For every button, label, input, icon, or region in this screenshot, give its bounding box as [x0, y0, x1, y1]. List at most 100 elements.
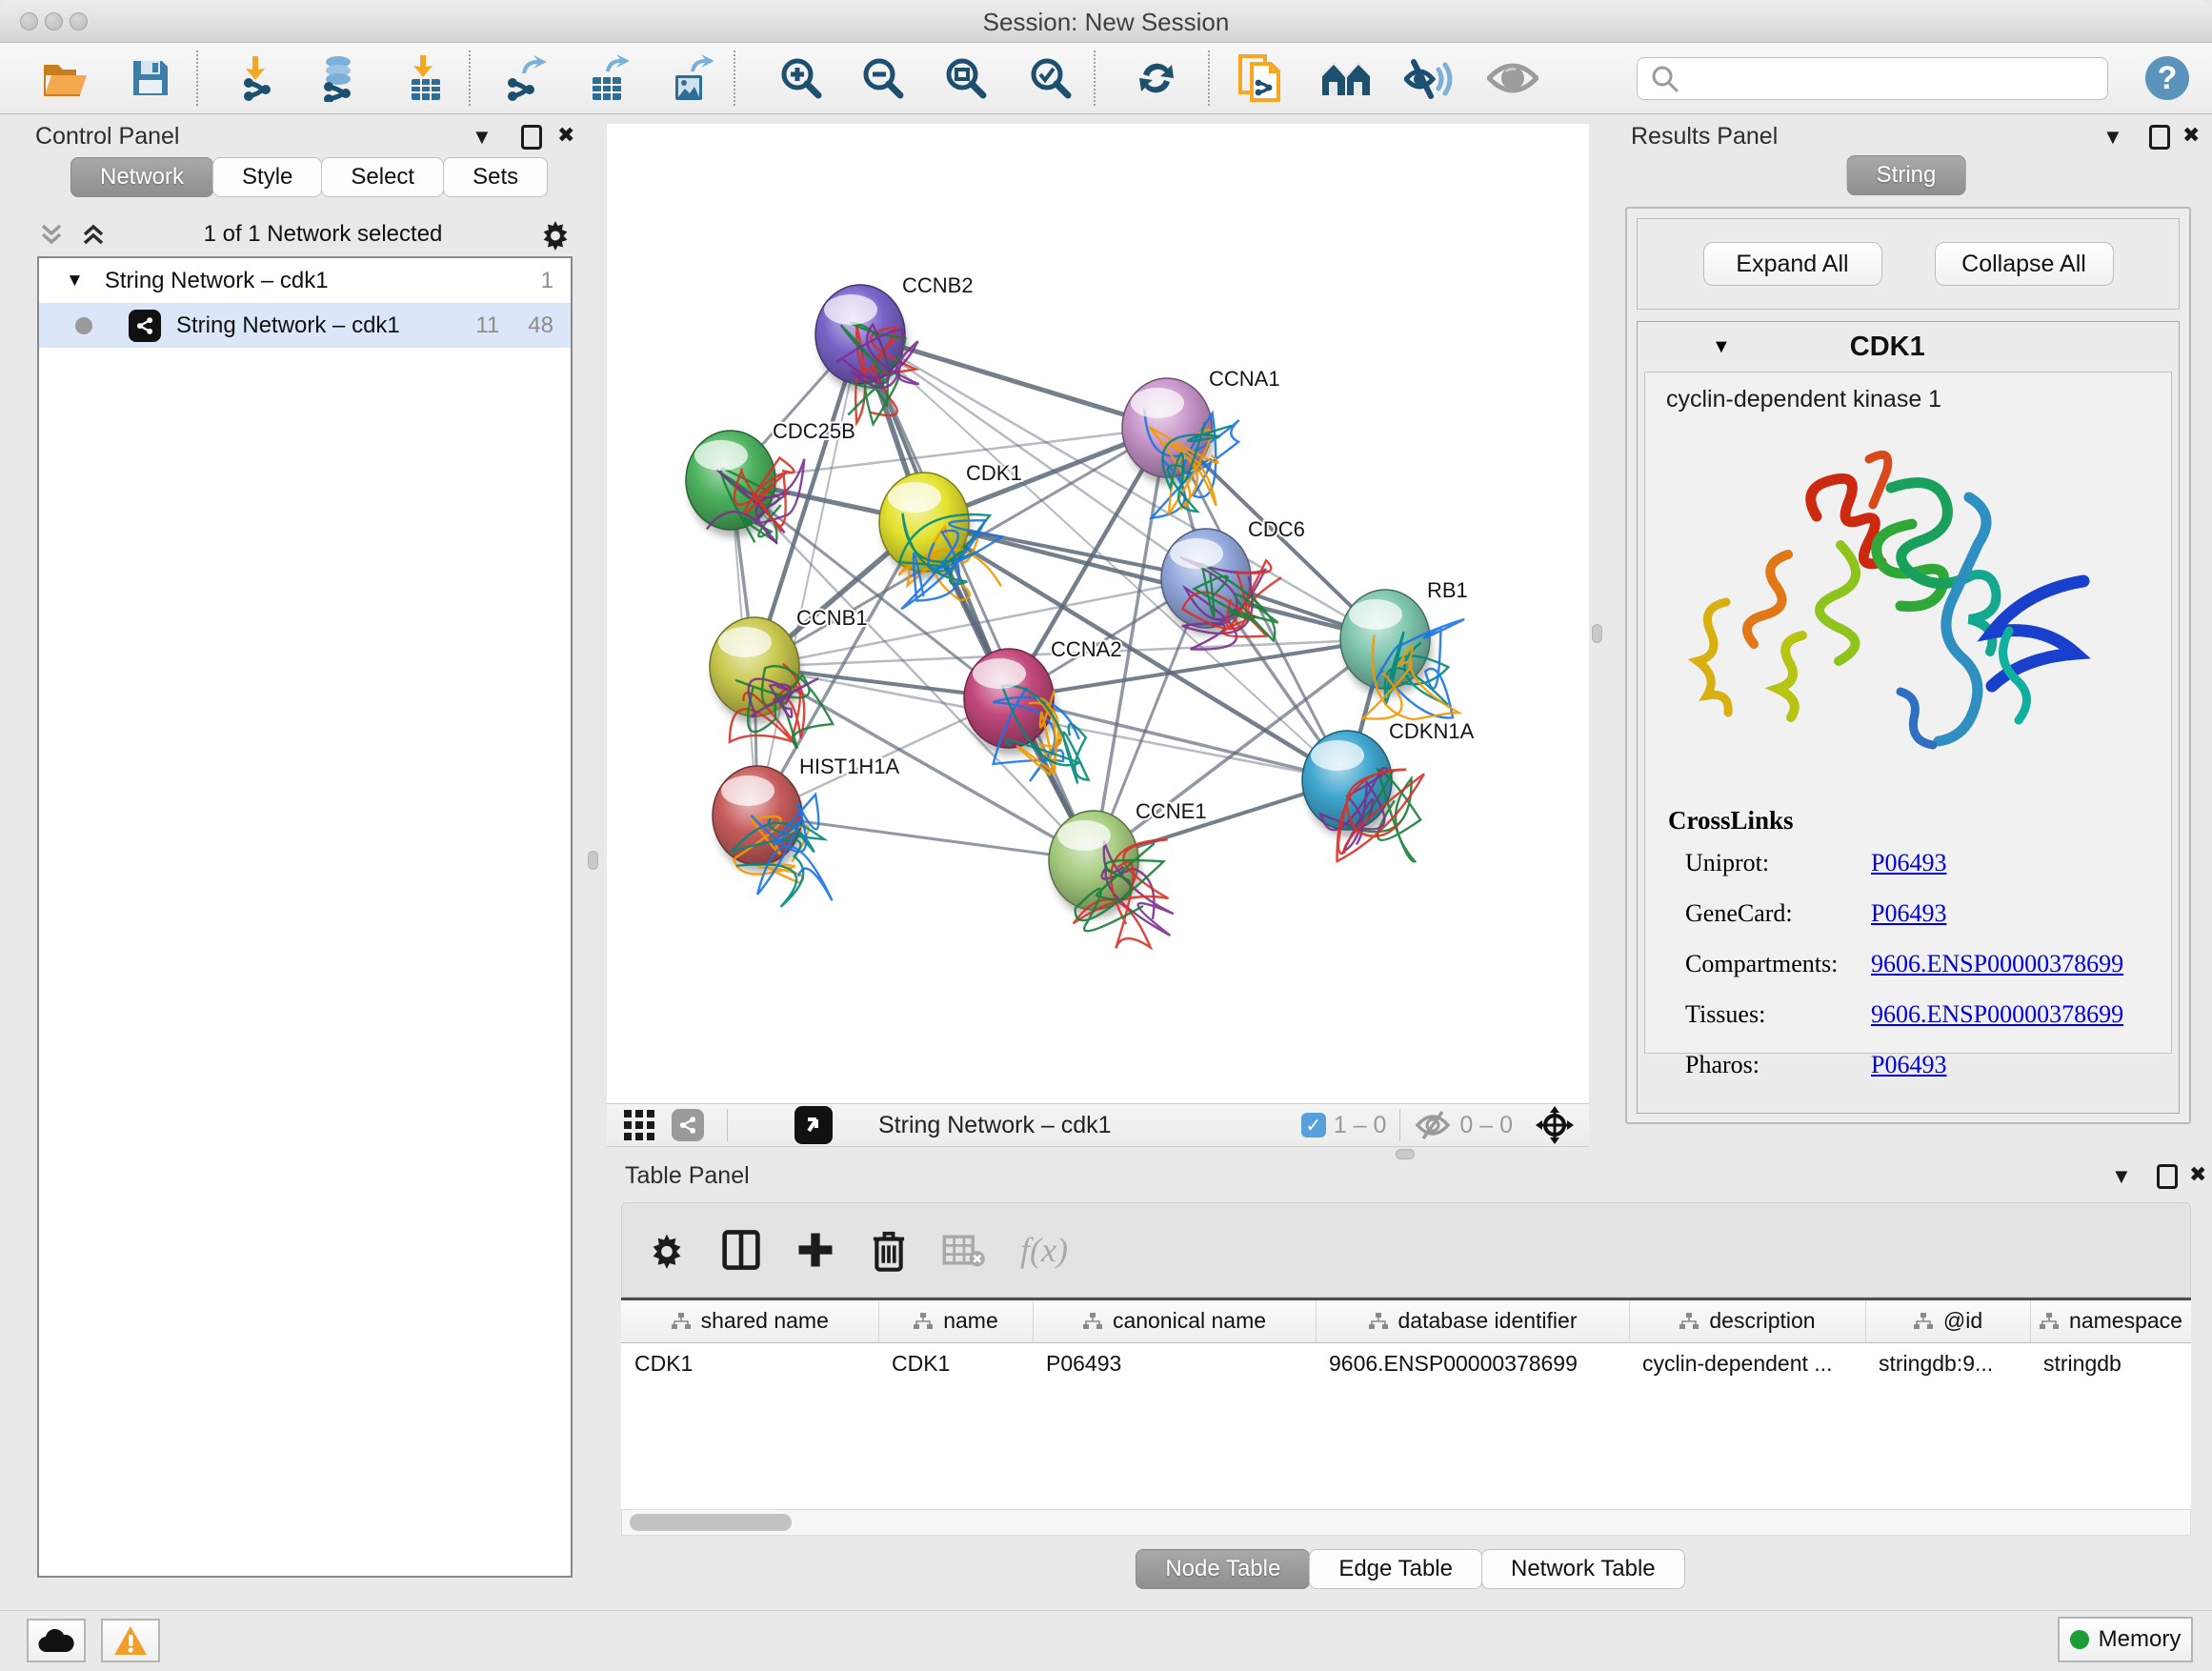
zoom-fit-button[interactable]	[940, 52, 992, 104]
right-splitter-handle[interactable]	[1592, 624, 1602, 643]
expand-all-icon[interactable]	[79, 220, 108, 249]
save-session-button[interactable]	[125, 52, 176, 104]
network-node-rb1[interactable]	[1340, 590, 1464, 719]
crosslink-link[interactable]: 9606.ENSP00000378699	[1871, 1000, 2123, 1029]
expand-all-button[interactable]: Expand All	[1703, 242, 1882, 286]
network-node-cdc6[interactable]	[1161, 529, 1281, 650]
table-cell[interactable]: P06493	[1033, 1342, 1316, 1384]
network-node-ccnb1[interactable]	[710, 617, 833, 749]
node-label-cdc25b: CDC25B	[773, 419, 855, 443]
fit-content-crosshair-icon[interactable]	[1534, 1104, 1576, 1146]
table-row[interactable]: CDK1CDK1P064939606.ENSP00000378699cyclin…	[621, 1342, 2191, 1384]
network-node-cdkn1a[interactable]	[1302, 731, 1424, 861]
grid-view-icon[interactable]	[622, 1108, 656, 1142]
crosslink-link[interactable]: P06493	[1871, 899, 1946, 928]
column-header-shared-name[interactable]: shared name	[621, 1300, 878, 1342]
collapse-all-button[interactable]: Collapse All	[1935, 242, 2114, 286]
help-button[interactable]: ?	[2142, 52, 2193, 104]
search-input[interactable]	[1689, 60, 2107, 98]
gene-details: cyclin-dependent kinase 1	[1644, 372, 2172, 1054]
network-node-ccne1[interactable]	[1049, 811, 1174, 948]
table-panel-menu-caret[interactable]: ▼	[2111, 1164, 2132, 1189]
results-panel-close-button[interactable]: ✖	[2182, 123, 2200, 148]
table-cell[interactable]: stringdb:9...	[1865, 1342, 2030, 1384]
hide-selected-button[interactable]	[1403, 52, 1455, 104]
scrollbar-thumb[interactable]	[630, 1514, 792, 1531]
warnings-button[interactable]	[101, 1619, 160, 1662]
control-panel-menu-caret[interactable]: ▼	[472, 125, 493, 150]
network-node-hist1h1a[interactable]	[713, 766, 833, 907]
tab-select[interactable]: Select	[321, 157, 444, 197]
cloud-status-button[interactable]	[27, 1619, 86, 1662]
results-panel-float-button[interactable]	[2149, 125, 2170, 154]
zoom-selected-button[interactable]	[1025, 52, 1076, 104]
column-header-id[interactable]: @id	[1865, 1300, 2030, 1342]
table-cell[interactable]: CDK1	[878, 1342, 1033, 1384]
network-node-ccnb2[interactable]	[815, 285, 919, 424]
add-column-icon[interactable]	[795, 1230, 835, 1270]
crosslink-link[interactable]: 9606.ENSP00000378699	[1871, 950, 2123, 978]
tab-sets[interactable]: Sets	[443, 157, 548, 197]
table-panel-float-button[interactable]	[2157, 1164, 2178, 1194]
import-network-database-button[interactable]	[313, 52, 365, 104]
network-edge[interactable]	[757, 334, 860, 815]
network-edge[interactable]	[924, 522, 1385, 639]
zoom-in-button[interactable]	[775, 52, 827, 104]
zoom-out-button[interactable]	[857, 52, 909, 104]
table-panel-close-button[interactable]: ✖	[2189, 1162, 2206, 1187]
crosslink-link[interactable]: P06493	[1871, 1051, 1946, 1079]
show-disabled-button[interactable]	[1487, 52, 1538, 104]
open-session-button[interactable]	[40, 52, 91, 104]
select-columns-icon[interactable]	[721, 1229, 761, 1271]
control-panel-close-button[interactable]: ✖	[557, 123, 574, 148]
gear-icon[interactable]	[538, 217, 573, 252]
column-header-description[interactable]: description	[1629, 1300, 1865, 1342]
refresh-button[interactable]	[1131, 52, 1182, 104]
network-node-ccna2[interactable]	[964, 649, 1089, 784]
network-view-canvas[interactable]: CCNB2CCNA1CDC25BCDK1CDC6RB1CCNB1CCNA2CDK…	[607, 124, 1589, 1103]
tab-network[interactable]: Network	[70, 157, 213, 197]
delete-icon[interactable]	[870, 1228, 908, 1272]
export-network-button[interactable]	[498, 52, 550, 104]
table-horizontal-scrollbar[interactable]	[621, 1509, 2191, 1536]
left-splitter-handle[interactable]	[588, 851, 598, 870]
column-header-namespace[interactable]: namespace	[2030, 1300, 2191, 1342]
open-in-window-icon[interactable]	[794, 1106, 833, 1144]
tree-expand-caret[interactable]: ▼	[66, 271, 84, 292]
gene-collapse-caret[interactable]: ▼	[1712, 336, 1731, 358]
tab-style[interactable]: Style	[212, 157, 322, 197]
tab-node-table[interactable]: Node Table	[1136, 1549, 1310, 1589]
control-panel-float-button[interactable]	[521, 125, 542, 154]
clone-network-icon	[1237, 52, 1284, 104]
tab-network-table[interactable]: Network Table	[1481, 1549, 1685, 1589]
network-row-selected[interactable]: String Network – cdk1 11 48	[39, 303, 571, 348]
table-cell[interactable]: stringdb	[2030, 1342, 2191, 1384]
export-table-button[interactable]	[582, 52, 633, 104]
tab-edge-table[interactable]: Edge Table	[1309, 1549, 1482, 1589]
export-image-button[interactable]	[665, 52, 716, 104]
table-cell[interactable]: 9606.ENSP00000378699	[1316, 1342, 1629, 1384]
collapse-all-icon[interactable]	[37, 220, 66, 249]
network-collection-row[interactable]: ▼ String Network – cdk1 1	[39, 258, 571, 303]
network-node-cdc25b[interactable]	[686, 431, 804, 544]
hidden-elements-icon	[1414, 1110, 1452, 1140]
birds-eye-view-icon[interactable]	[672, 1109, 704, 1141]
table-cell[interactable]: cyclin-dependent ...	[1629, 1342, 1865, 1384]
column-header-database-identifier[interactable]: database identifier	[1316, 1300, 1629, 1342]
tab-string[interactable]: String	[1847, 155, 1966, 195]
selected-nodes-checkbox[interactable]: ✓	[1301, 1113, 1326, 1137]
clone-network-button[interactable]	[1235, 52, 1286, 104]
show-all-networks-button[interactable]	[1320, 52, 1372, 104]
gene-section-header[interactable]: ▼ CDK1	[1638, 322, 2179, 372]
table-gear-icon[interactable]	[647, 1230, 687, 1270]
memory-button[interactable]: Memory	[2058, 1617, 2193, 1662]
bottom-splitter-handle[interactable]	[1396, 1149, 1415, 1159]
network-node-cdk1[interactable]	[879, 473, 1002, 609]
import-network-file-button[interactable]	[233, 52, 285, 104]
crosslink-link[interactable]: P06493	[1871, 849, 1946, 877]
column-header-name[interactable]: name	[878, 1300, 1033, 1342]
column-header-canonical-name[interactable]: canonical name	[1033, 1300, 1316, 1342]
table-cell[interactable]: CDK1	[621, 1342, 878, 1384]
import-table-file-button[interactable]	[400, 52, 452, 104]
results-panel-menu-caret[interactable]: ▼	[2102, 125, 2123, 150]
